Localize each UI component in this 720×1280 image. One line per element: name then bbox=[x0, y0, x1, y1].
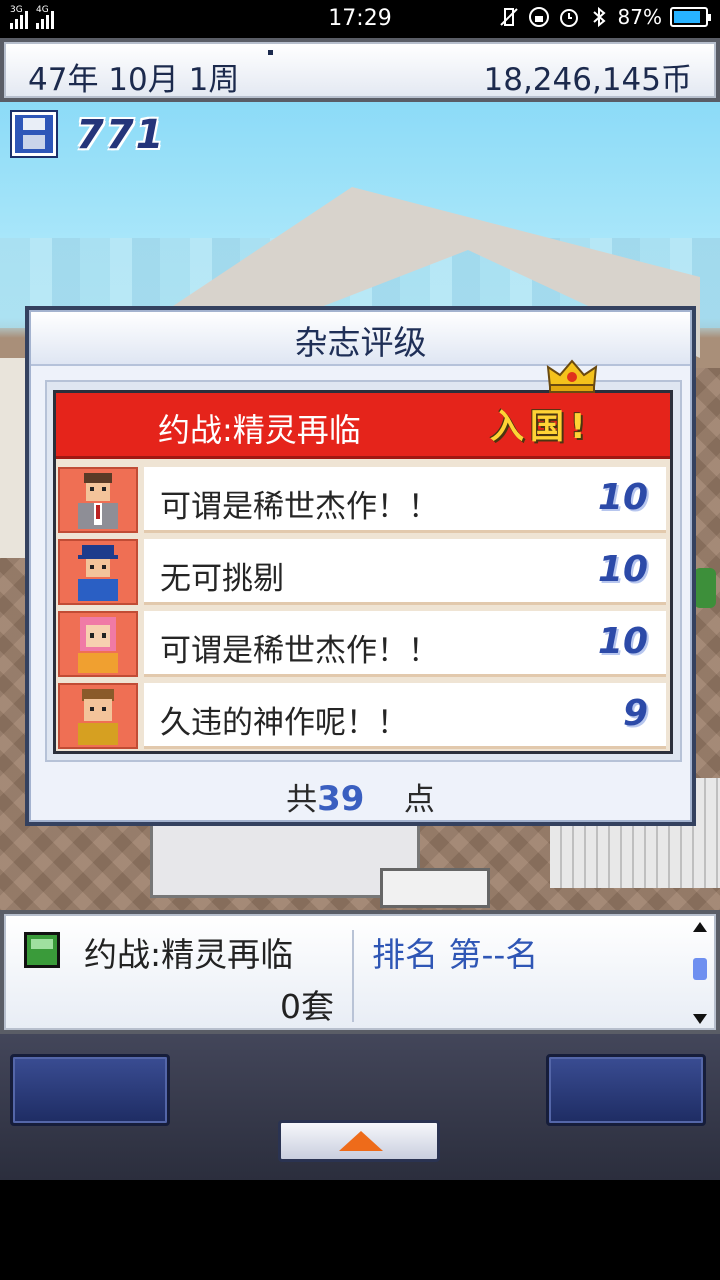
scrollbar[interactable] bbox=[690, 922, 710, 1024]
divider bbox=[352, 930, 354, 1022]
review-comment: 无可挑剔 bbox=[160, 561, 284, 597]
cap-boy-icon bbox=[78, 545, 118, 601]
reviewer-avatar bbox=[58, 467, 138, 533]
office-desk bbox=[380, 868, 490, 908]
game-header: 约战:精灵再临 入国! bbox=[56, 359, 670, 459]
brown-hair-man-icon bbox=[78, 689, 118, 745]
lock-rotation-icon bbox=[528, 7, 549, 27]
magazine-rating-dialog[interactable]: 杂志评级 约战:精灵再临 入国! 可谓是稀世杰作！！ 10 无可挑剔 10 可谓… bbox=[25, 306, 696, 826]
sales-rank: 排名 第--名 bbox=[372, 935, 539, 974]
save-count: 771 bbox=[76, 112, 166, 158]
review-score: 10 bbox=[597, 549, 648, 590]
reviewer-avatar bbox=[58, 611, 138, 677]
screen-bottom bbox=[0, 1180, 720, 1280]
top-info-bar: 47年 10月 1周 18,246,145币 bbox=[0, 38, 720, 102]
right-menu-button[interactable] bbox=[546, 1054, 706, 1126]
game-title: 约战:精灵再临 bbox=[158, 411, 361, 449]
info-game-title: 约战:精灵再临 bbox=[84, 935, 294, 974]
review-score: 10 bbox=[597, 621, 648, 662]
total-prefix: 共 bbox=[286, 782, 318, 818]
sales-count: 0套 bbox=[280, 987, 334, 1026]
review-panel: 约战:精灵再临 入国! 可谓是稀世杰作！！ 10 无可挑剔 10 可谓是稀世杰作… bbox=[45, 359, 682, 762]
scroll-up-icon[interactable] bbox=[693, 922, 707, 932]
status-bar: 3G 4G 17:29 87% bbox=[0, 0, 720, 38]
review-row: 久违的神作呢！！ 9 bbox=[56, 681, 670, 751]
businessman-icon bbox=[78, 473, 118, 529]
total-number: 39 bbox=[317, 779, 365, 819]
game-info-panel[interactable]: 约战:精灵再临 0套 排名 第--名 bbox=[0, 910, 720, 1034]
money-display: 18,246,145币 bbox=[483, 62, 693, 98]
review-comment: 可谓是稀世杰作！！ bbox=[160, 489, 439, 525]
pink-hair-girl-icon bbox=[78, 617, 118, 673]
bluetooth-icon bbox=[592, 6, 606, 28]
left-menu-button[interactable] bbox=[10, 1054, 170, 1126]
review-comment: 久违的神作呢！！ bbox=[160, 705, 408, 741]
vibrate-icon bbox=[499, 8, 518, 26]
battery-icon bbox=[670, 7, 711, 27]
bottom-nav-bar bbox=[0, 1034, 720, 1180]
battery-fill bbox=[674, 11, 700, 23]
review-row: 可谓是稀世杰作！！ 10 bbox=[56, 465, 670, 535]
review-row: 无可挑剔 10 bbox=[56, 537, 670, 607]
review-score: 9 bbox=[622, 693, 648, 734]
game-cartridge-icon bbox=[24, 932, 60, 968]
plant-decoration bbox=[694, 568, 716, 608]
battery-percent: 87% bbox=[617, 5, 662, 29]
alarm-icon bbox=[559, 9, 578, 27]
reviewer-avatar bbox=[58, 539, 138, 605]
scroll-down-icon[interactable] bbox=[693, 1014, 707, 1024]
date-indicator bbox=[268, 50, 273, 55]
expand-up-button[interactable] bbox=[278, 1120, 440, 1162]
game-date: 47年 10月 1周 bbox=[28, 62, 240, 98]
save-disk-icon[interactable] bbox=[12, 112, 56, 156]
total-points: 共39 点 bbox=[31, 774, 690, 819]
review-comment: 可谓是稀世杰作！！ bbox=[160, 633, 439, 669]
arrow-up-icon bbox=[339, 1131, 383, 1151]
review-score: 10 bbox=[597, 477, 648, 518]
reviewer-avatar bbox=[58, 683, 138, 749]
hall-of-fame-badge: 入国! bbox=[490, 407, 592, 447]
scroll-thumb[interactable] bbox=[693, 958, 707, 980]
status-right: 87% bbox=[498, 5, 711, 29]
total-suffix: 点 bbox=[403, 782, 435, 818]
review-row: 可谓是稀世杰作！！ 10 bbox=[56, 609, 670, 679]
crown-icon bbox=[546, 359, 598, 393]
